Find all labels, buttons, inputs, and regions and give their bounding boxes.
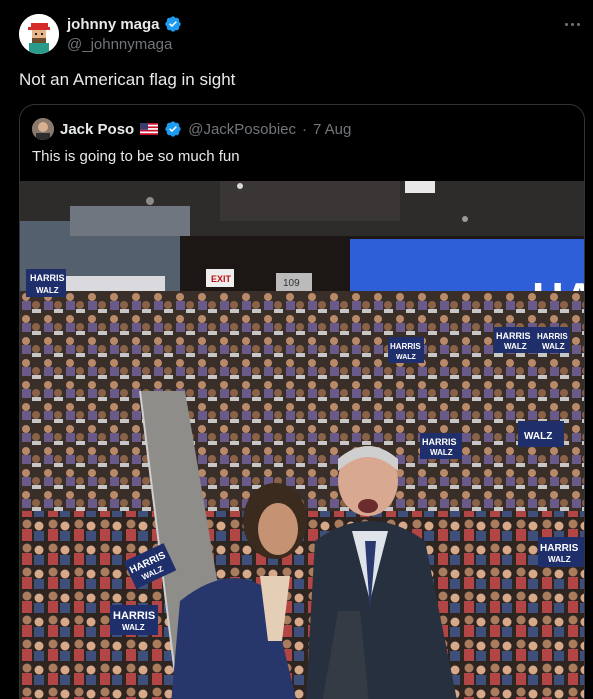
- sign-5: HARRIS WALZ: [420, 433, 462, 459]
- exit-sign-text: EXIT: [211, 274, 232, 284]
- sign-2: HARRIS WALZ: [494, 327, 536, 353]
- quoted-author-avatar: [32, 118, 54, 140]
- sign-5-line2: WALZ: [430, 448, 453, 457]
- more-horizontal-icon: [564, 22, 568, 26]
- us-flag-icon: [140, 123, 159, 135]
- sign-1-line1: HARRIS: [30, 273, 65, 283]
- sign-8-line2: WALZ: [122, 623, 145, 632]
- author-block: johnny maga @_johnnymaga: [67, 14, 182, 53]
- sign-6-line1: HARRIS: [540, 543, 579, 554]
- tweet[interactable]: johnny maga @_johnnymaga Not an American…: [0, 0, 593, 699]
- author-handle[interactable]: @_johnnymaga: [67, 36, 182, 53]
- more-options-button[interactable]: [561, 14, 583, 34]
- rally-photo[interactable]: HAR EXIT 109 HARRIS WALZ: [20, 181, 584, 699]
- sign-9: WALZ: [518, 421, 564, 447]
- tweet-text: Not an American flag in sight: [19, 70, 236, 89]
- sign-1: HARRIS WALZ: [26, 269, 66, 297]
- quoted-header: Jack Poso @JackPosobiec · 7 Aug: [32, 117, 351, 141]
- sign-4-line1: HARRIS: [390, 342, 421, 351]
- sign-1-line2: WALZ: [36, 286, 59, 295]
- sign-2-line1: HARRIS: [496, 331, 531, 341]
- sign-4-line2: WALZ: [396, 354, 417, 361]
- sign-2-line2: WALZ: [504, 342, 527, 351]
- sign-5-line1: HARRIS: [422, 437, 457, 447]
- sign-3: HARRIS WALZ: [536, 327, 570, 353]
- sign-9-line1: WALZ: [524, 431, 552, 442]
- sign-6-line2: WALZ: [548, 555, 571, 564]
- quoted-author-handle[interactable]: @JackPosobiec: [188, 121, 296, 138]
- quoted-tweet[interactable]: Jack Poso @JackPosobiec · 7 Aug This is …: [19, 104, 585, 699]
- sign-3-line2: WALZ: [542, 342, 565, 351]
- quoted-separator: ·: [302, 120, 307, 138]
- quoted-author-name[interactable]: Jack Poso: [60, 121, 134, 138]
- sign-4: HARRIS WALZ: [388, 337, 424, 363]
- author-avatar[interactable]: [19, 14, 59, 54]
- quoted-date[interactable]: 7 Aug: [313, 121, 351, 138]
- verified-badge-icon: [164, 16, 181, 32]
- section-sign-text: 109: [283, 278, 300, 289]
- sign-3-line1: HARRIS: [537, 332, 568, 341]
- quoted-text: This is going to be so much fun: [32, 148, 240, 165]
- author-name[interactable]: johnny maga: [67, 16, 160, 33]
- sign-6: HARRIS WALZ: [538, 537, 584, 567]
- quoted-verified-badge-icon: [165, 121, 181, 137]
- sign-8: HARRIS WALZ: [110, 605, 158, 635]
- rally-photo-image: HAR EXIT 109 HARRIS WALZ: [20, 181, 584, 699]
- sign-8-line1: HARRIS: [113, 610, 155, 622]
